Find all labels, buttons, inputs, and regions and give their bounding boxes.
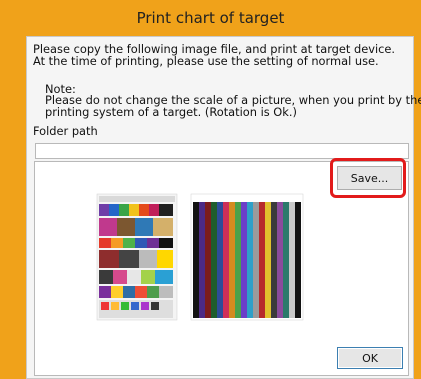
title-bar: Print chart of target <box>0 0 421 36</box>
instruction-text-2: At the time of printing, please use the … <box>33 54 379 68</box>
save-button[interactable]: Save... <box>337 166 402 190</box>
folder-path-label: Folder path <box>33 124 98 138</box>
ok-button[interactable]: OK <box>337 347 403 369</box>
dialog-window: Print chart of target Please copy the fo… <box>0 0 421 379</box>
print-chart-preview-image <box>95 192 305 322</box>
folder-path-field[interactable] <box>35 143 409 159</box>
dialog-content: Please copy the following image file, an… <box>26 36 421 379</box>
note-text-2: printing system of a target. (Rotation i… <box>45 105 297 119</box>
window-title: Print chart of target <box>136 9 285 27</box>
